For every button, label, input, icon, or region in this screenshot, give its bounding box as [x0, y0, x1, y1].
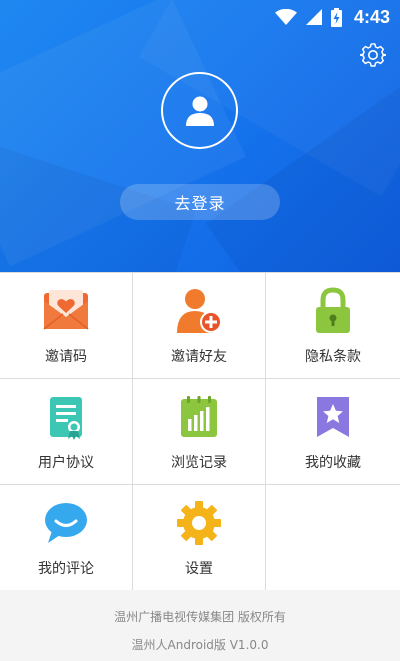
envelope-heart-icon	[42, 287, 90, 335]
menu-item-user-agreement[interactable]: 用户协议	[0, 379, 133, 485]
settings-button[interactable]	[359, 41, 387, 69]
wifi-icon	[274, 9, 297, 25]
profile-header: 4:43 去登录	[0, 0, 400, 272]
add-friend-icon	[175, 287, 223, 335]
bookmark-star-icon	[309, 393, 357, 441]
footer: 温州广播电视传媒集团 版权所有 温州人Android版 V1.0.0	[0, 590, 400, 661]
menu-item-invite-code[interactable]: 邀请码	[0, 273, 133, 379]
version-text: 温州人Android版 V1.0.0	[131, 638, 269, 652]
clock: 4:43	[353, 6, 390, 27]
status-bar: 4:43	[0, 0, 400, 34]
lock-icon	[309, 287, 357, 335]
cellular-signal-icon	[305, 9, 322, 25]
menu-item-label: 我的评论	[38, 561, 94, 577]
chat-bubble-icon	[42, 499, 90, 547]
menu-item-label: 我的收藏	[305, 455, 361, 471]
gear-icon	[359, 43, 387, 67]
menu-item-privacy-policy[interactable]: 隐私条款	[266, 273, 400, 379]
menu-grid: 邀请码 邀请好友 隐私条款 用户协议 浏览记录 我的收藏 我的评论 设置	[0, 272, 400, 591]
settings-gear-icon	[175, 499, 223, 547]
menu-item-label: 邀请码	[45, 349, 87, 365]
menu-item-label: 隐私条款	[305, 349, 361, 365]
menu-item-settings[interactable]: 设置	[133, 485, 266, 591]
copyright-text: 温州广播电视传媒集团 版权所有	[114, 610, 286, 624]
history-chart-icon	[175, 393, 223, 441]
battery-charging-icon	[330, 7, 342, 27]
certificate-icon	[42, 393, 90, 441]
login-button[interactable]: 去登录	[120, 184, 280, 220]
menu-item-label: 设置	[185, 561, 213, 577]
menu-item-label: 用户协议	[38, 455, 94, 471]
menu-item-label: 浏览记录	[171, 455, 227, 471]
empty-grid-cell	[266, 485, 400, 591]
menu-item-my-comments[interactable]: 我的评论	[0, 485, 133, 591]
menu-item-invite-friends[interactable]: 邀请好友	[133, 273, 266, 379]
menu-item-my-favorites[interactable]: 我的收藏	[266, 379, 400, 485]
avatar[interactable]	[161, 72, 238, 149]
user-icon	[185, 96, 214, 126]
menu-item-browsing-history[interactable]: 浏览记录	[133, 379, 266, 485]
menu-item-label: 邀请好友	[171, 349, 227, 365]
